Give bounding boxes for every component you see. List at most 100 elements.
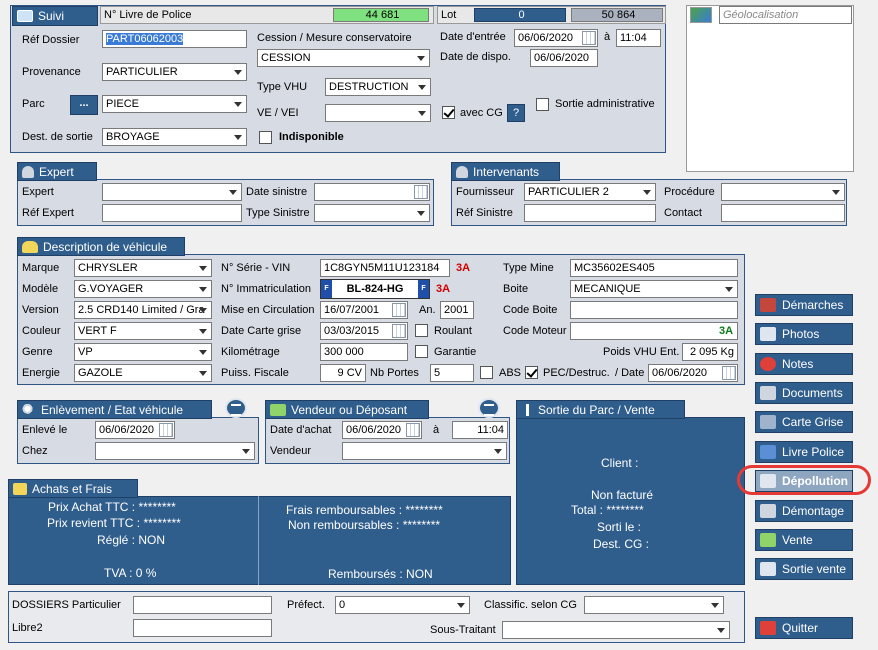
calendar-icon[interactable] [722,366,736,380]
genre-select[interactable]: VP [74,343,212,361]
demarches-button[interactable]: Démarches [755,294,853,316]
portes-input[interactable]: 5 [430,364,474,382]
parc-browse-button[interactable]: ... [70,95,98,115]
marque-select[interactable]: CHRYSLER [74,259,212,277]
help-button[interactable]: ? [507,104,525,122]
dest-sortie-label: Dest. de sortie [22,131,93,143]
puiss-input[interactable]: 9 CV [320,364,366,382]
type-mine-input[interactable]: MC35602ES405 [570,259,738,277]
code-moteur-3a-badge: 3A [719,325,734,337]
arrow-up-icon [521,404,533,416]
pec-checkbox[interactable] [525,366,538,379]
fournisseur-select[interactable]: PARTICULIER 2 [524,183,656,201]
date-sinistre-label: Date sinistre [246,186,308,198]
expert-select[interactable] [102,183,242,201]
poids-input[interactable]: 2 095 Kg [682,343,738,361]
marque-label: Marque [22,262,60,274]
frais-remboursables: Frais remboursables : ******** [286,503,443,517]
energie-select[interactable]: GAZOLE [74,364,212,382]
vente-button[interactable]: Vente [755,529,853,551]
ref-dossier-input[interactable]: PART06062003 [102,30,247,48]
dossiers-input[interactable] [133,596,272,614]
type-vhu-select[interactable]: DESTRUCTION [325,78,431,96]
couleur-label: Couleur [22,325,61,337]
heure-achat-input[interactable]: 11:04 [452,421,508,439]
enleve-input[interactable]: 06/06/2020 [95,421,175,439]
sortie-admin-checkbox[interactable] [536,98,549,111]
vin-input[interactable]: 1C8GYN5M11U123184 [320,259,450,277]
geoloc-input[interactable]: Géolocalisation [719,6,852,24]
calendar-icon[interactable] [392,324,406,338]
cession-select[interactable]: CESSION [257,49,430,67]
date-cg-label: Date Carte grise [221,325,302,337]
vendeur-select[interactable] [342,442,507,460]
calendar-icon[interactable] [414,185,428,199]
prefect-select[interactable]: 0 [335,596,470,614]
sortie-vente-button[interactable]: Sortie vente [755,558,853,580]
code-moteur-input[interactable] [570,322,738,340]
an-input[interactable]: 2001 [440,301,474,319]
abs-checkbox[interactable] [480,366,493,379]
an-label: An. [419,304,436,316]
demontage-button[interactable]: Démontage [755,500,853,522]
garantie-checkbox[interactable] [415,345,428,358]
date-dispo-input[interactable]: 06/06/2020 [530,49,598,67]
tab-vendeur: Vendeur ou Déposant [265,400,429,419]
sous-traitant-select[interactable] [502,621,730,639]
ve-vei-select[interactable] [325,104,431,122]
km-input[interactable]: 300 000 [320,343,408,361]
calendar-icon[interactable] [159,423,173,437]
ref-sinistre-input[interactable] [524,204,656,222]
code-boite-input[interactable] [570,301,738,319]
date-sinistre-input[interactable] [314,183,430,201]
libre2-input[interactable] [133,619,272,637]
date-cg-input[interactable]: 03/03/2015 [320,322,408,340]
procedure-select[interactable] [721,183,845,201]
type-sinistre-label: Type Sinistre [246,207,310,219]
vendeur-menu-icon[interactable] [478,398,500,418]
calendar-icon[interactable] [392,303,406,317]
depollution-button[interactable]: Dépollution [755,470,853,492]
notes-button[interactable]: Notes [755,353,853,375]
roulant-checkbox[interactable] [415,324,428,337]
mise-circ-input[interactable]: 16/07/2001 [320,301,408,319]
geoloc-icon[interactable] [690,7,712,23]
provenance-label: Provenance [22,66,81,78]
calendar-icon[interactable] [582,31,596,45]
parc-select[interactable]: PIECE [102,95,247,113]
carte-grise-button[interactable]: Carte Grise [755,411,853,433]
couleur-select[interactable]: VERT F [74,322,212,340]
indisponible-checkbox[interactable] [259,131,272,144]
contact-input[interactable] [721,204,845,222]
immat-plate[interactable]: F BL-824-HG F [320,279,430,299]
livre-police-button[interactable]: Livre Police [755,441,853,463]
provenance-select[interactable]: PARTICULIER [102,63,247,81]
boite-label: Boite [503,283,529,295]
quitter-button[interactable]: Quitter [755,617,853,639]
type-vhu-label: Type VHU [257,81,308,93]
date-achat-a: à [433,424,440,436]
type-sinistre-select[interactable] [314,204,430,222]
calendar-icon[interactable] [406,423,420,437]
heure-entree-input[interactable]: 11:04 [616,29,661,47]
date-achat-input[interactable]: 06/06/2020 [342,421,422,439]
dest-sortie-select[interactable]: BROYAGE [102,128,247,146]
enlevement-menu-icon[interactable] [225,398,247,418]
classific-select[interactable] [584,596,724,614]
version-select[interactable]: 2.5 CRD140 Limited / Gra [74,301,212,319]
avec-cg-checkbox[interactable] [442,106,455,119]
indisponible-label: Indisponible [279,131,344,143]
ref-expert-input[interactable] [102,204,242,222]
rembourses: Remboursés : NON [328,567,433,581]
type-mine-label: Type Mine [503,262,554,274]
photos-button[interactable]: Photos [755,323,853,345]
sortie-dest-cg: Dest. CG : [593,537,650,551]
tab-suivi[interactable]: Suivi [12,6,98,26]
modele-select[interactable]: G.VOYAGER [74,280,212,298]
documents-button[interactable]: Documents [755,382,853,404]
modele-label: Modèle [22,283,59,295]
chez-select[interactable] [95,442,255,460]
boite-select[interactable]: MECANIQUE [570,280,738,298]
date-entree-input[interactable]: 06/06/2020 [514,29,598,47]
pec-date-input[interactable]: 06/06/2020 [648,364,738,382]
